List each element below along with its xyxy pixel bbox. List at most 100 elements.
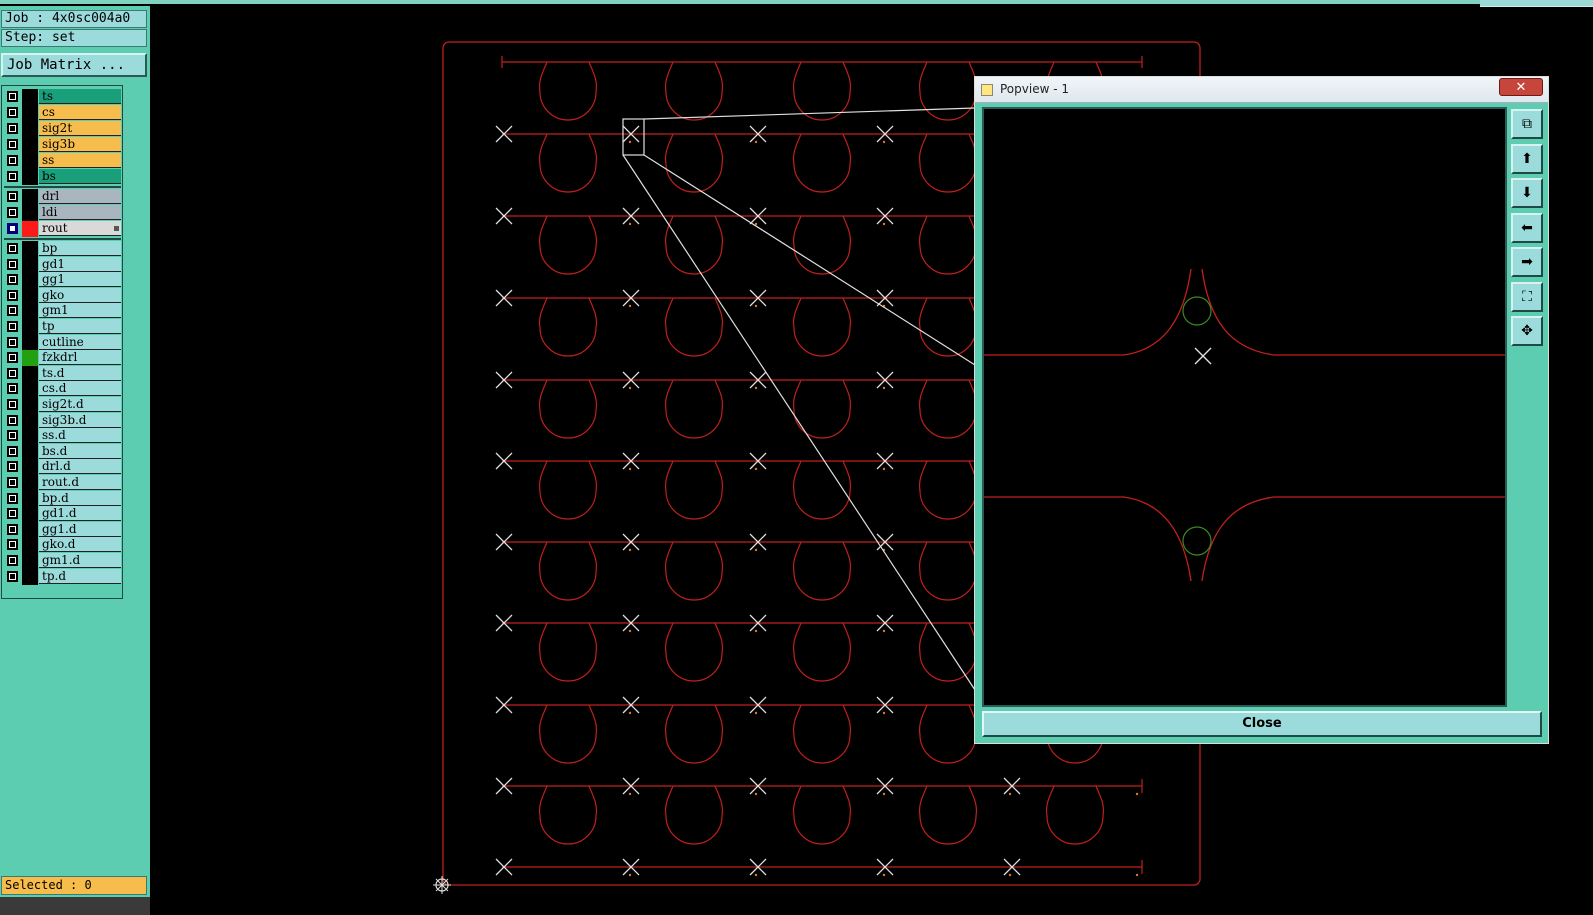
- layer-name[interactable]: bp: [39, 241, 121, 256]
- layer-row-rout[interactable]: rout: [4, 221, 121, 237]
- layer-name[interactable]: ss: [39, 153, 121, 168]
- layer-name[interactable]: gm1: [39, 303, 121, 319]
- layer-row-gg1-d[interactable]: gg1.d: [4, 521, 121, 538]
- layer-name[interactable]: bp.d: [39, 490, 121, 506]
- layer-name[interactable]: rout: [39, 221, 121, 236]
- layer-checkbox[interactable]: [7, 508, 18, 520]
- layer-name[interactable]: gm1.d: [39, 553, 121, 568]
- layer-checkbox[interactable]: [7, 171, 18, 182]
- layer-checkbox[interactable]: [7, 223, 18, 234]
- layer-row-ss[interactable]: ss: [4, 153, 121, 169]
- arrow-left-button[interactable]: ⬅: [1511, 212, 1543, 243]
- layer-row-cutline[interactable]: cutline: [4, 334, 121, 351]
- layer-name[interactable]: gg1: [39, 272, 121, 288]
- layer-row-bp-d[interactable]: bp.d: [4, 490, 121, 507]
- layer-checkbox[interactable]: [7, 539, 18, 551]
- layer-color-swatch[interactable]: [22, 490, 38, 507]
- layer-checkbox[interactable]: [7, 399, 18, 410]
- layer-color-swatch[interactable]: [22, 241, 38, 257]
- arrow-up-button[interactable]: ⬆: [1511, 143, 1543, 174]
- layer-color-swatch[interactable]: [22, 105, 38, 121]
- layer-name[interactable]: cutline: [39, 334, 121, 350]
- layer-name[interactable]: bs: [39, 169, 121, 184]
- layer-checkbox[interactable]: [7, 274, 18, 286]
- layer-checkbox[interactable]: [7, 523, 18, 535]
- layer-checkbox[interactable]: [7, 445, 18, 457]
- layer-name[interactable]: sig3b: [39, 137, 121, 152]
- layer-checkbox[interactable]: [7, 289, 18, 301]
- layer-name[interactable]: drl.d: [39, 459, 121, 475]
- layer-color-swatch[interactable]: [22, 89, 38, 105]
- layer-row-bs[interactable]: bs: [4, 169, 121, 185]
- layer-color-swatch[interactable]: [22, 137, 38, 153]
- layer-row-gd1[interactable]: gd1: [4, 256, 121, 273]
- layer-checkbox[interactable]: [7, 492, 18, 504]
- layer-color-swatch[interactable]: [22, 350, 38, 367]
- job-matrix-button[interactable]: Job Matrix ...: [1, 53, 147, 77]
- layer-color-swatch[interactable]: [22, 381, 38, 398]
- layer-row-cs[interactable]: cs: [4, 105, 121, 121]
- layer-row-bp[interactable]: bp: [4, 241, 121, 257]
- layer-name[interactable]: bs.d: [39, 443, 121, 459]
- layer-row-ss-d[interactable]: ss.d: [4, 428, 121, 445]
- layer-color-swatch[interactable]: [22, 272, 38, 289]
- layer-color-swatch[interactable]: [22, 537, 38, 554]
- layer-color-swatch[interactable]: [22, 303, 38, 320]
- layer-checkbox[interactable]: [7, 555, 18, 566]
- layer-name[interactable]: gd1: [39, 256, 121, 272]
- layer-name[interactable]: tp: [39, 319, 121, 334]
- arrow-down-button[interactable]: ⬇: [1511, 178, 1543, 208]
- layer-checkbox[interactable]: [7, 258, 18, 270]
- layer-row-fzkdrl[interactable]: fzkdrl: [4, 350, 121, 367]
- layer-row-cs-d[interactable]: cs.d: [4, 381, 121, 398]
- layer-row-tp-d[interactable]: tp.d: [4, 568, 121, 585]
- layer-row-gko[interactable]: gko: [4, 287, 121, 304]
- layer-checkbox[interactable]: [7, 123, 18, 134]
- layer-checkbox[interactable]: [7, 352, 18, 364]
- layer-color-swatch[interactable]: [22, 334, 38, 351]
- layer-name[interactable]: ss.d: [39, 428, 121, 444]
- layer-color-swatch[interactable]: [22, 365, 38, 382]
- layer-name[interactable]: ts: [39, 89, 121, 104]
- layer-color-swatch[interactable]: [22, 256, 38, 273]
- layer-color-swatch[interactable]: [22, 169, 38, 185]
- layer-name[interactable]: tp.d: [39, 568, 121, 584]
- layer-row-sig2t[interactable]: sig2t: [4, 121, 121, 137]
- layer-color-swatch[interactable]: [22, 506, 38, 523]
- layer-checkbox[interactable]: [7, 139, 18, 150]
- layer-color-swatch[interactable]: [22, 121, 38, 137]
- layer-row-ts[interactable]: ts: [4, 89, 121, 105]
- zoom-fit-button[interactable]: ⛶: [1511, 281, 1543, 312]
- layer-color-swatch[interactable]: [22, 459, 38, 476]
- layer-row-bs-d[interactable]: bs.d: [4, 443, 121, 460]
- layer-checkbox[interactable]: [7, 207, 18, 218]
- layer-name[interactable]: sig2t.d: [39, 397, 121, 412]
- window-close-button[interactable]: ✕: [1499, 78, 1543, 96]
- layer-checkbox[interactable]: [7, 107, 18, 118]
- layer-row-tp[interactable]: tp: [4, 319, 121, 335]
- layer-row-ldi[interactable]: ldi: [4, 205, 121, 221]
- layer-color-swatch[interactable]: [22, 153, 38, 169]
- layer-row-gm1[interactable]: gm1: [4, 303, 121, 320]
- layer-row-rout-d[interactable]: rout.d: [4, 475, 121, 491]
- layer-row-gko-d[interactable]: gko.d: [4, 537, 121, 554]
- layer-checkbox[interactable]: [7, 383, 18, 395]
- layer-row-drl[interactable]: drl: [4, 189, 121, 205]
- layer-row-sig3b-d[interactable]: sig3b.d: [4, 412, 121, 429]
- layer-name[interactable]: gko.d: [39, 537, 121, 553]
- layer-name[interactable]: gg1.d: [39, 521, 121, 537]
- layer-checkbox[interactable]: [7, 91, 18, 102]
- layer-color-swatch[interactable]: [22, 221, 38, 237]
- layer-name[interactable]: gd1.d: [39, 506, 121, 522]
- layer-row-sig2t-d[interactable]: sig2t.d: [4, 397, 121, 413]
- layer-row-ts-d[interactable]: ts.d: [4, 365, 121, 382]
- layer-name[interactable]: ts.d: [39, 365, 121, 381]
- layer-color-swatch[interactable]: [22, 189, 38, 205]
- zoom-window-button[interactable]: ⧉: [1511, 109, 1543, 139]
- layer-checkbox[interactable]: [7, 414, 18, 426]
- layer-name[interactable]: sig3b.d: [39, 412, 121, 428]
- popview-titlebar[interactable]: Popview - 1 ✕: [975, 77, 1548, 103]
- arrow-right-button[interactable]: ➡: [1511, 247, 1543, 277]
- layer-row-gg1[interactable]: gg1: [4, 272, 121, 289]
- layer-checkbox[interactable]: [7, 461, 18, 473]
